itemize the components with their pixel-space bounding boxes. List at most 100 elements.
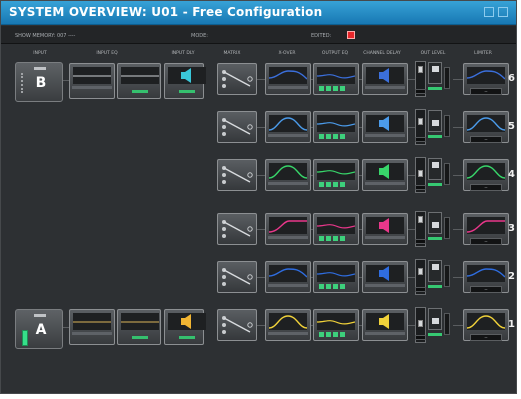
gain-knob[interactable] [432,120,439,126]
matrix-out-1[interactable] [217,309,257,341]
band-indicator [319,86,324,91]
gain-knob[interactable] [432,222,439,228]
input-bus-a[interactable]: A [15,309,63,349]
xover-out-3[interactable] [265,213,311,245]
out-level-4[interactable] [415,157,453,193]
xover-out-1[interactable] [265,309,311,341]
matrix-out-4[interactable] [217,159,257,191]
wire-out-4-1 [311,175,313,176]
output-name-5: -- [470,136,502,143]
speaker-icon [168,67,206,84]
matrix-route-icon [222,316,253,334]
limiter-out-6[interactable]: -- [463,63,509,95]
level-readout [415,287,426,292]
matrix-route-icon [222,268,253,286]
fader-knob[interactable] [418,216,423,223]
xover-out-2[interactable] [265,261,311,293]
wire-out-1-1 [311,325,313,326]
xover-curve-icon [269,313,307,330]
band-indicator [340,236,345,241]
channel-delay-out-6[interactable] [362,63,408,95]
out-level-2[interactable] [415,259,453,295]
delay-label-5 [365,134,405,137]
edited-label: EDITED: [311,33,332,39]
xover-out-6[interactable] [265,63,311,95]
input-dly-a[interactable] [164,309,206,345]
channel-delay-out-4[interactable] [362,159,408,191]
input-eq2-a[interactable] [117,309,161,345]
out-level-5[interactable] [415,109,453,145]
output-eq-out-6[interactable] [313,63,359,95]
fader-knob[interactable] [418,268,423,275]
bus-a-meter [22,330,28,346]
output-meter [444,313,450,335]
minimize-button[interactable] [484,7,494,17]
gain-knob-icon[interactable] [428,110,442,132]
gain-knob-icon[interactable] [428,260,442,282]
out-level-6[interactable] [415,61,453,97]
input-eq-a[interactable] [69,309,115,345]
fader-knob[interactable] [418,118,423,125]
speaker-icon [366,163,404,180]
limiter-out-3[interactable]: -- [463,213,509,245]
gain-knob-icon[interactable] [428,158,442,180]
fader-knob[interactable] [418,170,423,177]
close-button[interactable] [498,7,508,17]
limiter-out-4[interactable]: -- [463,159,509,191]
fader-knob[interactable] [418,320,423,327]
channel-delay-out-2[interactable] [362,261,408,293]
gain-knob-icon[interactable] [428,308,442,330]
gain-knob[interactable] [432,264,439,270]
xover-label-1 [268,332,308,335]
band-indicator [340,284,345,289]
bus-a-cap [34,314,46,317]
input-eq-b[interactable] [69,63,115,99]
output-eq-out-1[interactable] [313,309,359,341]
output-eq-out-5[interactable] [313,111,359,143]
output-eq-out-2[interactable] [313,261,359,293]
wire-out-2-3 [408,277,415,278]
limiter-out-2[interactable]: -- [463,261,509,293]
wire-out-5-2 [359,127,362,128]
out-level-1[interactable] [415,307,453,343]
output-meter [444,115,450,137]
wire-out-2-4 [453,277,463,278]
gain-knob[interactable] [432,66,439,72]
limiter-out-5[interactable]: -- [463,111,509,143]
limiter-out-1[interactable]: -- [463,309,509,341]
matrix-out-5[interactable] [217,111,257,143]
speaker-icon [366,313,404,330]
input-dly-b-status [179,90,195,93]
channel-delay-out-1[interactable] [362,309,408,341]
xover-out-4[interactable] [265,159,311,191]
channel-delay-out-5[interactable] [362,111,408,143]
gain-knob-icon[interactable] [428,212,442,234]
out-level-3[interactable] [415,211,453,247]
output-eq-out-3[interactable] [313,213,359,245]
wire-out-1-4 [453,325,463,326]
band-indicator [340,134,345,139]
info-bar: SHOW MEMORY: 007 ---- MODE: EDITED: [1,26,516,44]
col-channel-delay: CHANNEL DELAY [363,51,401,56]
gain-knob[interactable] [432,162,439,168]
limiter-curve-icon [467,265,505,282]
channel-delay-out-3[interactable] [362,213,408,245]
bus-b-letter: B [35,75,47,91]
gain-knob[interactable] [432,318,439,324]
matrix-out-6[interactable] [217,63,257,95]
level-status [428,333,442,336]
gain-knob-icon[interactable] [428,62,442,84]
band-indicator [333,182,338,187]
matrix-out-3[interactable] [217,213,257,245]
band-indicator [340,182,345,187]
wire-out-3-2 [359,229,362,230]
output-eq-out-4[interactable] [313,159,359,191]
input-eq2-b[interactable] [117,63,161,99]
eq-curve-icon [317,115,355,132]
input-dly-b[interactable] [164,63,206,99]
xover-out-5[interactable] [265,111,311,143]
input-bus-b[interactable]: B [15,62,63,102]
matrix-out-2[interactable] [217,261,257,293]
fader-knob[interactable] [418,66,423,73]
xover-curve-icon [269,265,307,282]
